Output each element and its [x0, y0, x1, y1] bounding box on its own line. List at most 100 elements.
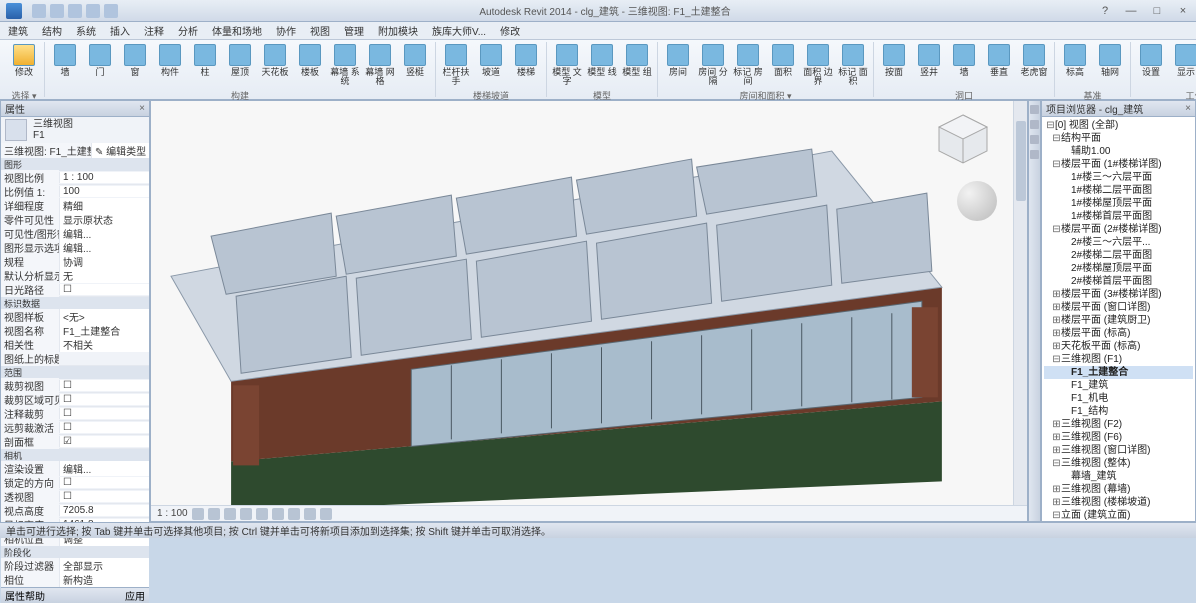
edit-type-button[interactable]: ✎ 编辑类型	[91, 143, 149, 158]
tab-modify[interactable]: 修改	[500, 23, 520, 38]
type-selector[interactable]: 三维视图F1	[1, 117, 149, 144]
viewcube[interactable]	[933, 109, 993, 169]
property-row[interactable]: 注释裁剪☐	[1, 407, 149, 421]
expand-icon[interactable]: ⊞	[1052, 445, 1061, 457]
tree-item[interactable]: ⊞楼层平面 (窗口详图)	[1044, 301, 1193, 314]
expand-icon[interactable]: ⊟	[1052, 354, 1061, 366]
expand-icon[interactable]: ⊞	[1052, 315, 1061, 327]
nav-orbit-icon[interactable]	[1030, 150, 1039, 159]
tool-模型组[interactable]: 模型 组	[621, 44, 653, 88]
property-row[interactable]: 视点高度7205.8	[1, 504, 149, 518]
temp-hide-icon[interactable]	[320, 508, 332, 520]
visual-style-icon[interactable]	[208, 508, 220, 520]
viewport-3d[interactable]: 1 : 100	[150, 100, 1028, 522]
property-row[interactable]: 裁剪视图☐	[1, 379, 149, 393]
qat-print-icon[interactable]	[104, 4, 118, 18]
tree-item[interactable]: ⊞三维视图 (楼梯坡道)	[1044, 496, 1193, 509]
crop-region-icon[interactable]	[288, 508, 300, 520]
tree-item[interactable]: ⊟楼层平面 (2#楼梯详图)	[1044, 223, 1193, 236]
property-row[interactable]: 透视图☐	[1, 490, 149, 504]
tab-collaborate[interactable]: 协作	[276, 23, 296, 38]
tool-幕墙系统[interactable]: 幕墙 系统	[329, 44, 361, 88]
project-tree[interactable]: ⊟[0] 视图 (全部)⊟结构平面辅助1.00⊟楼层平面 (1#楼梯详图)1#楼…	[1042, 117, 1195, 521]
steering-wheel[interactable]	[957, 181, 997, 221]
tool-模型线[interactable]: 模型 线	[586, 44, 618, 88]
close-button[interactable]: ×	[1170, 2, 1196, 20]
tool-楼梯[interactable]: 楼梯	[510, 44, 542, 88]
tree-item[interactable]: F1_建筑	[1044, 379, 1193, 392]
tab-insert[interactable]: 插入	[110, 23, 130, 38]
tree-item[interactable]: 2#楼梯首层平面图	[1044, 275, 1193, 288]
tool-设置[interactable]: 设置	[1135, 44, 1167, 88]
expand-icon[interactable]: ⊟	[1052, 133, 1061, 145]
tree-item[interactable]: ⊟三维视图 (整体)	[1044, 457, 1193, 470]
expand-icon[interactable]: ⊞	[1052, 432, 1061, 444]
tree-item[interactable]: 2#楼梯二层平面图	[1044, 249, 1193, 262]
tree-item[interactable]: ⊞楼层平面 (3#楼梯详图)	[1044, 288, 1193, 301]
tool-坡道[interactable]: 坡道	[475, 44, 507, 88]
shadows-icon[interactable]	[240, 508, 252, 520]
expand-icon[interactable]: ⊟	[1052, 510, 1061, 521]
tab-systems[interactable]: 系统	[76, 23, 96, 38]
detail-level-icon[interactable]	[192, 508, 204, 520]
tree-item[interactable]: F1_结构	[1044, 405, 1193, 418]
property-row[interactable]: 视图名称F1_土建整合	[1, 324, 149, 338]
tool-垂直[interactable]: 垂直	[983, 44, 1015, 88]
help-button[interactable]: ?	[1092, 2, 1118, 20]
type-dropdown[interactable]: 三维视图: F1_土建整合	[1, 143, 91, 158]
tool-轴网[interactable]: 轴网	[1094, 44, 1126, 88]
tool-标高[interactable]: 标高	[1059, 44, 1091, 88]
expand-icon[interactable]: ⊞	[1052, 497, 1061, 509]
tab-manage[interactable]: 管理	[344, 23, 364, 38]
maximize-button[interactable]: □	[1144, 2, 1170, 20]
tool-墙[interactable]: 墙	[49, 44, 81, 88]
property-row[interactable]: 渲染设置编辑...	[1, 462, 149, 476]
app-icon[interactable]	[6, 3, 22, 19]
scale-selector[interactable]: 1 : 100	[157, 508, 188, 519]
tree-item[interactable]: ⊟立面 (建筑立面)	[1044, 509, 1193, 521]
property-row[interactable]: 可见性/图形替换编辑...	[1, 227, 149, 241]
tab-massing[interactable]: 体量和场地	[212, 23, 262, 38]
qat-redo-icon[interactable]	[86, 4, 100, 18]
tree-item[interactable]: ⊞三维视图 (窗口详图)	[1044, 444, 1193, 457]
tool-老虎窗[interactable]: 老虎窗	[1018, 44, 1050, 88]
tool-竖井[interactable]: 竖井	[913, 44, 945, 88]
expand-icon[interactable]: ⊟	[1052, 159, 1061, 171]
tool-天花板[interactable]: 天花板	[259, 44, 291, 88]
expand-icon[interactable]: ⊞	[1052, 419, 1061, 431]
tab-view[interactable]: 视图	[310, 23, 330, 38]
tree-item[interactable]: 辅助1.00	[1044, 145, 1193, 158]
tree-item[interactable]: 2#楼梯屋顶层平面	[1044, 262, 1193, 275]
property-row[interactable]: 默认分析显示样式无	[1, 269, 149, 283]
tree-item[interactable]: F1_土建整合	[1044, 366, 1193, 379]
property-row[interactable]: 详细程度精细	[1, 199, 149, 213]
tree-item[interactable]: ⊞楼层平面 (建筑厨卫)	[1044, 314, 1193, 327]
expand-icon[interactable]: ⊞	[1052, 289, 1061, 301]
tab-architecture[interactable]: 建筑	[8, 23, 28, 38]
tree-item[interactable]: ⊞天花板平面 (标高)	[1044, 340, 1193, 353]
tool-按面[interactable]: 按面	[878, 44, 910, 88]
tool-面积[interactable]: 面积	[767, 44, 799, 88]
property-row[interactable]: 裁剪区域可见☐	[1, 393, 149, 407]
expand-icon[interactable]: ⊞	[1052, 302, 1061, 314]
close-icon[interactable]: ×	[139, 103, 145, 114]
expand-icon[interactable]: ⊞	[1052, 328, 1061, 340]
tree-item[interactable]: ⊞三维视图 (F6)	[1044, 431, 1193, 444]
expand-icon[interactable]: ⊟	[1052, 458, 1061, 470]
tree-item[interactable]: ⊟结构平面	[1044, 132, 1193, 145]
property-row[interactable]: 图形显示选项编辑...	[1, 241, 149, 255]
tree-item[interactable]: 1#楼梯屋顶层平面	[1044, 197, 1193, 210]
tree-item[interactable]: ⊟三维视图 (F1)	[1044, 353, 1193, 366]
tree-item[interactable]: 1#楼三～六层平面	[1044, 171, 1193, 184]
crop-view-icon[interactable]	[272, 508, 284, 520]
tool-显示[interactable]: 显示	[1170, 44, 1196, 88]
tree-item[interactable]: ⊞楼层平面 (标高)	[1044, 327, 1193, 340]
property-row[interactable]: 锁定的方向☐	[1, 476, 149, 490]
tool-屋顶[interactable]: 屋顶	[224, 44, 256, 88]
expand-icon[interactable]: ⊞	[1052, 341, 1061, 353]
tool-柱[interactable]: 柱	[189, 44, 221, 88]
project-browser-header[interactable]: 项目浏览器 - clg_建筑×	[1042, 101, 1195, 117]
property-row[interactable]: 视图比例1 : 100	[1, 171, 149, 185]
tool-栏杆扶手[interactable]: 栏杆扶手	[440, 44, 472, 88]
nav-home-icon[interactable]	[1030, 105, 1039, 114]
